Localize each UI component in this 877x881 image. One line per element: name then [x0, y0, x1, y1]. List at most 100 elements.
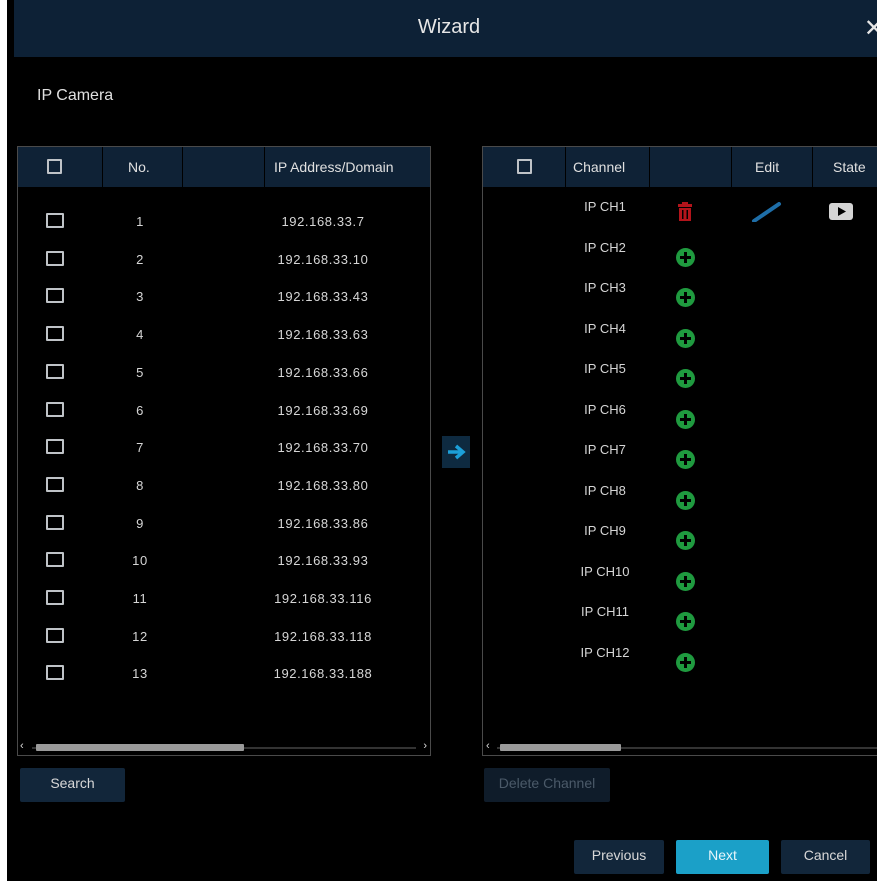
- table-row[interactable]: 12 192.168.33.118: [18, 614, 430, 654]
- scrollbar-thumb[interactable]: [500, 744, 621, 751]
- row-ip-address: 192.168.33.63: [277, 327, 369, 343]
- row-ip-address: 192.168.33.93: [277, 553, 369, 569]
- channel-row[interactable]: IP CH10: [483, 558, 877, 598]
- row-ip-address: 192.168.33.116: [274, 591, 372, 606]
- channel-name: IP CH8: [584, 482, 626, 498]
- row-checkbox[interactable]: [46, 363, 64, 379]
- table-row[interactable]: 4 192.168.33.63: [18, 312, 430, 352]
- row-ip-address: 192.168.33.80: [277, 477, 369, 493]
- row-checkbox[interactable]: [46, 665, 64, 681]
- table-row[interactable]: 1 192.168.33.7: [18, 199, 430, 239]
- edit-icon[interactable]: [751, 202, 783, 222]
- title-bar: Wizard ✕: [14, 0, 877, 57]
- table-row[interactable]: 8 192.168.33.80: [18, 463, 430, 503]
- add-icon[interactable]: [676, 369, 695, 388]
- right-horizontal-scrollbar[interactable]: ‹: [483, 740, 877, 755]
- table-row[interactable]: 13 192.168.33.188: [18, 651, 430, 691]
- header-edit: Edit: [755, 159, 780, 175]
- row-checkbox[interactable]: [46, 326, 64, 342]
- row-number: 4: [136, 327, 144, 343]
- table-row[interactable]: 2 192.168.33.10: [18, 237, 430, 277]
- channel-row[interactable]: IP CH8: [483, 477, 877, 517]
- row-number: 1: [136, 214, 144, 229]
- previous-button[interactable]: Previous: [574, 840, 664, 874]
- row-checkbox[interactable]: [46, 590, 64, 605]
- table-row[interactable]: 9 192.168.33.86: [18, 501, 430, 541]
- row-number: 7: [136, 440, 144, 456]
- channel-name: IP CH7: [584, 442, 626, 457]
- table-row[interactable]: 6 192.168.33.69: [18, 388, 430, 428]
- scroll-right-icon[interactable]: ›: [423, 740, 427, 752]
- table-row[interactable]: 5 192.168.33.66: [18, 350, 430, 390]
- delete-icon[interactable]: [676, 202, 694, 222]
- cancel-button[interactable]: Cancel: [781, 840, 870, 874]
- channel-row[interactable]: IP CH3: [483, 274, 877, 314]
- table-row[interactable]: 7 192.168.33.70: [18, 425, 430, 465]
- row-checkbox[interactable]: [46, 213, 64, 228]
- row-checkbox[interactable]: [46, 476, 64, 492]
- row-checkbox[interactable]: [46, 439, 64, 455]
- select-all-checkbox[interactable]: [47, 159, 62, 174]
- add-icon[interactable]: [676, 490, 695, 510]
- delete-channel-button[interactable]: Delete Channel: [484, 768, 610, 802]
- add-icon[interactable]: [676, 571, 695, 591]
- table-row[interactable]: 3 192.168.33.43: [18, 274, 430, 314]
- header-channel: Channel: [573, 159, 626, 175]
- scrollbar-thumb[interactable]: [36, 744, 244, 751]
- row-ip-address: 192.168.33.86: [277, 515, 369, 531]
- ip-camera-list: No. IP Address/Domain 1 192.168.33.7 2 192.…: [17, 146, 431, 756]
- channel-row[interactable]: IP CH9: [483, 517, 877, 557]
- row-number: 8: [136, 477, 144, 493]
- row-checkbox[interactable]: [46, 627, 64, 643]
- table-row[interactable]: 11 192.168.33.116: [18, 576, 430, 616]
- row-number: 10: [132, 553, 148, 569]
- scroll-left-icon[interactable]: ‹: [20, 740, 24, 752]
- scroll-left-icon[interactable]: ‹: [486, 740, 490, 752]
- select-all-channels-checkbox[interactable]: [517, 159, 532, 174]
- channel-row[interactable]: IP CH12: [483, 639, 877, 679]
- add-icon[interactable]: [676, 328, 695, 348]
- table-row[interactable]: 10 192.168.33.93: [18, 538, 430, 578]
- row-checkbox[interactable]: [46, 250, 64, 266]
- search-button[interactable]: Search: [20, 768, 125, 802]
- close-icon[interactable]: ✕: [864, 14, 877, 43]
- header-ip-address: IP Address/Domain: [274, 159, 394, 175]
- row-number: 12: [132, 628, 148, 644]
- row-number: 2: [136, 251, 144, 267]
- add-icon[interactable]: [676, 450, 695, 469]
- next-button[interactable]: Next: [676, 840, 769, 874]
- row-number: 9: [136, 515, 144, 531]
- row-checkbox[interactable]: [46, 288, 64, 304]
- channel-row[interactable]: IP CH1: [483, 193, 877, 233]
- channel-row[interactable]: IP CH2: [483, 234, 877, 274]
- row-checkbox[interactable]: [46, 514, 64, 530]
- row-checkbox[interactable]: [46, 401, 64, 417]
- channel-row[interactable]: IP CH7: [483, 436, 877, 476]
- add-icon[interactable]: [676, 247, 695, 267]
- channel-row[interactable]: IP CH11: [483, 598, 877, 638]
- add-icon[interactable]: [676, 652, 695, 672]
- add-to-channel-button[interactable]: [442, 436, 470, 468]
- channel-row[interactable]: IP CH5: [483, 355, 877, 395]
- channel-name: IP CH1: [584, 199, 626, 214]
- row-number: 13: [132, 666, 148, 682]
- channel-name: IP CH10: [580, 563, 630, 579]
- row-number: 5: [136, 364, 144, 380]
- row-ip-address: 192.168.33.10: [277, 251, 369, 267]
- add-icon[interactable]: [676, 531, 695, 550]
- add-icon[interactable]: [676, 288, 695, 307]
- row-checkbox[interactable]: [46, 552, 64, 568]
- add-icon[interactable]: [676, 409, 695, 429]
- channel-list-header: Channel Edit State: [483, 147, 877, 187]
- add-icon[interactable]: [676, 612, 695, 631]
- row-ip-address: 192.168.33.7: [281, 214, 365, 229]
- channel-row[interactable]: IP CH4: [483, 315, 877, 355]
- left-horizontal-scrollbar[interactable]: ‹ ›: [18, 740, 430, 755]
- channel-row[interactable]: IP CH6: [483, 396, 877, 436]
- row-number: 6: [136, 402, 144, 418]
- row-ip-address: 192.168.33.66: [277, 364, 369, 380]
- play-icon[interactable]: [829, 203, 853, 220]
- channel-name: IP CH5: [584, 361, 626, 376]
- header-no: No.: [128, 159, 150, 175]
- wizard-window: Wizard ✕ IP Camera No. IP Address/Domain…: [0, 0, 877, 881]
